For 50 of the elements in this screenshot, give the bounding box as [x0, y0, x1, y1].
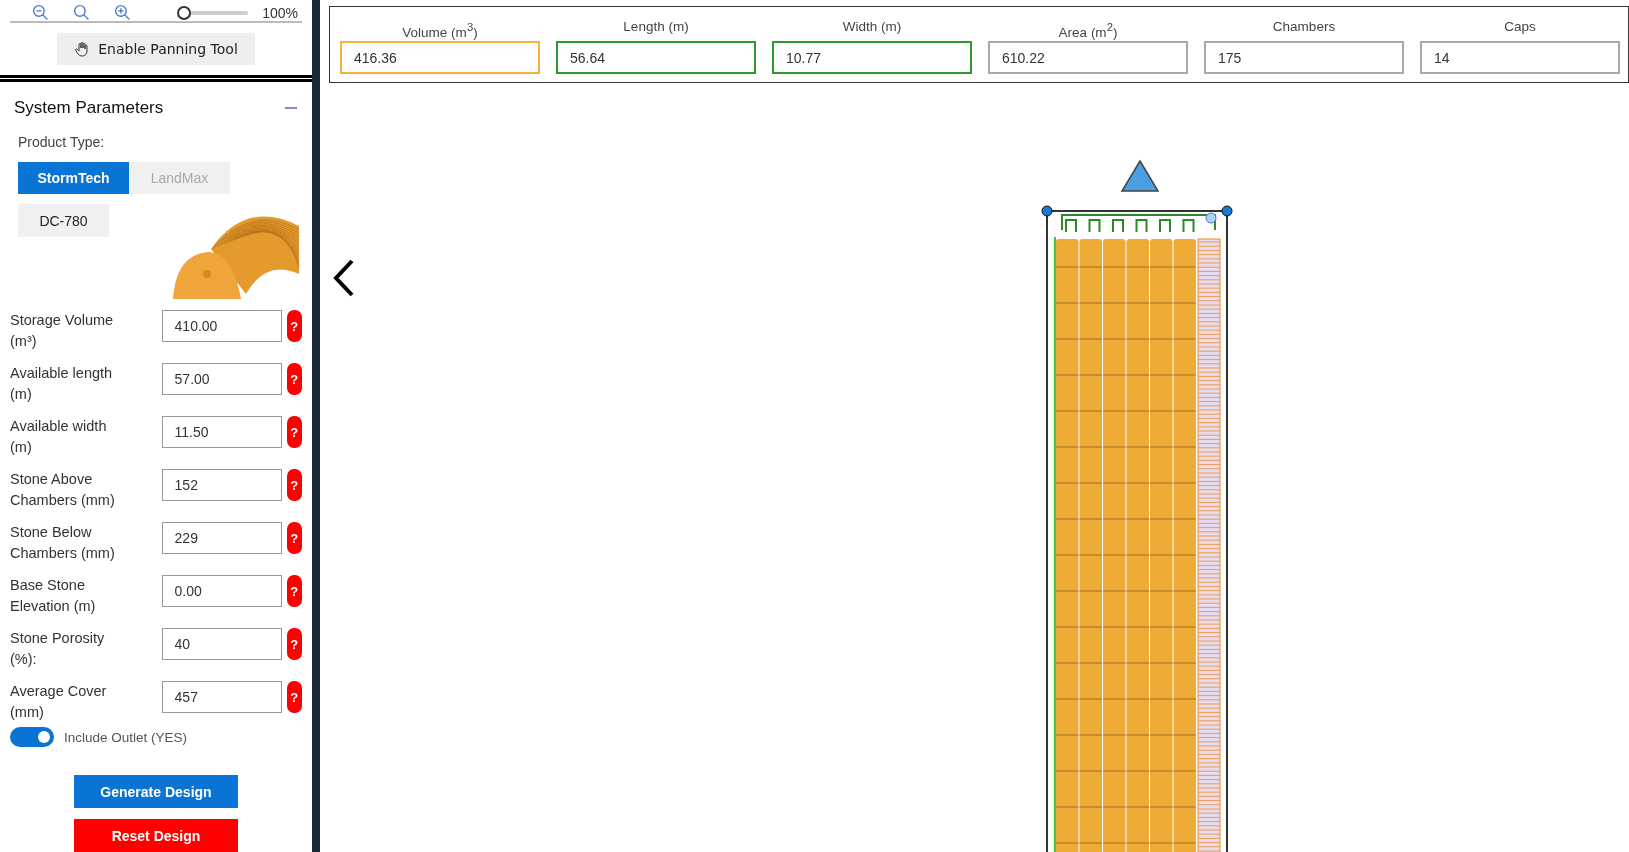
parameter-input[interactable]: 152	[161, 469, 282, 501]
summary-field[interactable]: 56.64	[556, 41, 756, 74]
parameter-label: Stone Below Chambers (mm)	[10, 523, 116, 563]
summary-label: Caps	[1504, 18, 1536, 36]
zoom-out-icon[interactable]	[32, 4, 49, 21]
help-button[interactable]: ?	[286, 363, 302, 395]
help-button[interactable]: ?	[286, 416, 302, 448]
parameter-label: Available length (m)	[10, 364, 114, 404]
summary-label: Chambers	[1272, 18, 1336, 36]
model-button[interactable]: DC-780	[18, 204, 109, 237]
summary-field[interactable]: 610.22	[988, 41, 1188, 74]
summary-field[interactable]: 175	[1204, 41, 1404, 74]
parameter-input[interactable]: 457	[161, 681, 282, 713]
help-button[interactable]: ?	[286, 575, 302, 607]
triangle-marker-icon	[1120, 159, 1160, 193]
help-button[interactable]: ?	[286, 469, 302, 501]
outlet-toggle[interactable]	[10, 727, 54, 747]
summary-label: Length (m)	[623, 18, 689, 36]
hand-icon	[74, 41, 91, 57]
parameter-label: Stone Porosity (%):	[10, 629, 106, 669]
parameter-label: Storage Volume (m³)	[10, 311, 115, 351]
product-tab[interactable]: StormTech	[18, 162, 129, 194]
summary-field[interactable]: 416.36	[340, 41, 540, 74]
chevron-left-icon[interactable]	[332, 258, 356, 298]
zoom-in-icon[interactable]	[114, 4, 131, 21]
parameter-label: Average Cover (mm)	[10, 682, 108, 722]
parameter-input[interactable]: 0.00	[161, 575, 282, 607]
reset-button[interactable]: Reset Design	[74, 819, 238, 852]
product-type-label: Product Type:	[18, 134, 106, 150]
summary-label: Width (m)	[842, 18, 902, 36]
help-button[interactable]: ?	[286, 522, 302, 554]
generate-button[interactable]: Generate Design	[74, 775, 238, 808]
parameter-input[interactable]: 410.00	[161, 310, 282, 342]
section-title: System Parameters	[14, 98, 164, 118]
outlet-label: Include Outlet (YES)	[64, 729, 188, 745]
parameter-input[interactable]: 229	[161, 522, 282, 554]
parameter-input[interactable]: 57.00	[161, 363, 282, 395]
zoom-percent: 100%	[262, 4, 298, 21]
help-button[interactable]: ?	[286, 310, 302, 342]
parameter-input[interactable]: 11.50	[161, 416, 282, 448]
zoom-reset-icon[interactable]	[73, 4, 90, 21]
parameter-label: Available width (m)	[10, 417, 108, 457]
parameter-label: Stone Above Chambers (mm)	[10, 470, 116, 510]
help-button[interactable]: ?	[286, 628, 302, 660]
parameter-input[interactable]: 40	[161, 628, 282, 660]
panning-button[interactable]: Enable Panning Tool	[57, 33, 255, 65]
help-button[interactable]: ?	[286, 681, 302, 713]
summary-field[interactable]: 10.77	[772, 41, 972, 74]
summary-field[interactable]: 14	[1420, 41, 1620, 74]
parameter-label: Base Stone Elevation (m)	[10, 576, 97, 616]
